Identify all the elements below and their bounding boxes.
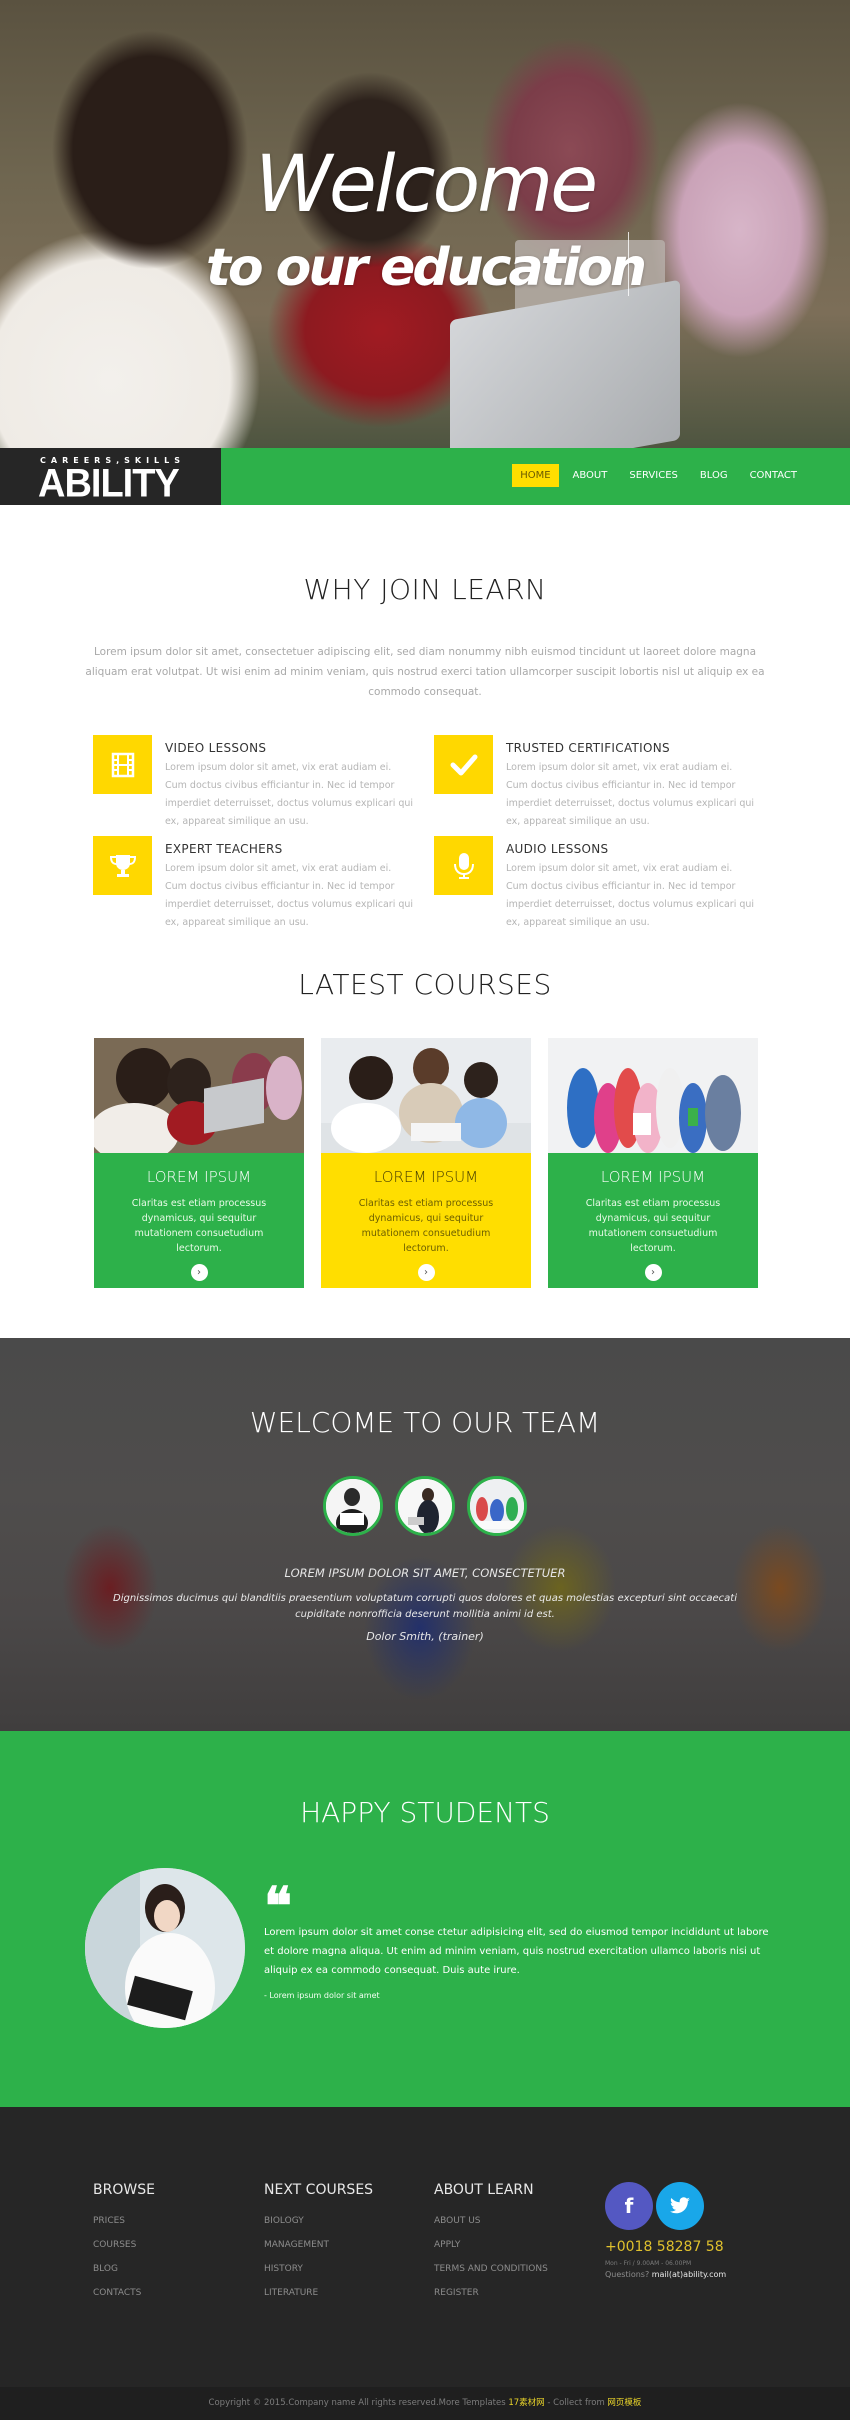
course-body: LOREM IPSUM Claritas est etiam processus… [94,1153,304,1288]
footer: BROWSE PRICES COURSES BLOG CONTACTS NEXT… [0,2107,850,2387]
social-links: f [605,2182,704,2230]
footer-link-prices[interactable]: PRICES [93,2216,155,2226]
nav-links: HOME ABOUT SERVICES BLOG CONTACT [512,464,805,487]
footer-link-management[interactable]: MANAGEMENT [264,2240,373,2250]
film-icon [93,735,152,794]
feature-text: Lorem ipsum dolor sit amet, vix erat aud… [165,762,414,827]
footer-column-browse: BROWSE PRICES COURSES BLOG CONTACTS [93,2182,155,2312]
feature-title: EXPERT TEACHERS [165,842,283,856]
footer-column-title: BROWSE [93,2182,155,2198]
nav-blog[interactable]: BLOG [692,464,736,487]
microphone-icon [434,836,493,895]
chevron-right-icon[interactable]: › [190,1264,208,1281]
copyright-middle: - Collect from [544,2398,608,2408]
check-icon [434,735,493,794]
nav-about[interactable]: ABOUT [565,464,616,487]
footer-link-terms[interactable]: TERMS AND CONDITIONS [434,2264,548,2274]
contact-email[interactable]: mail(at)ability.com [652,2270,726,2279]
chevron-right-icon[interactable]: › [644,1264,662,1281]
footer-link-history[interactable]: HISTORY [264,2264,373,2274]
team-avatars [0,1476,850,1536]
feature-text: Lorem ipsum dolor sit amet, vix erat aud… [165,863,414,928]
why-join-intro: Lorem ipsum dolor sit amet, consectetuer… [85,646,765,698]
footer-link-contacts[interactable]: CONTACTS [93,2288,155,2298]
logo-name: ABILITY [38,461,180,507]
footer-link-blog[interactable]: BLOG [93,2264,155,2274]
testimonial-author: - Lorem ipsum dolor sit amet [264,1991,380,2000]
happy-students-title: HAPPY STUDENTS [300,1796,550,1829]
feature-text: Lorem ipsum dolor sit amet, vix erat aud… [506,863,755,928]
facebook-icon[interactable]: f [605,2182,653,2230]
feature-trusted-certifications: TRUSTED CERTIFICATIONS Lorem ipsum dolor… [434,735,754,827]
copyright-text: Copyright © 2015.Company name All rights… [208,2398,509,2408]
footer-column-next-courses: NEXT COURSES BIOLOGY MANAGEMENT HISTORY … [264,2182,373,2312]
contact-questions: Questions? mail(at)ability.com [605,2270,726,2279]
footer-column-title: NEXT COURSES [264,2182,374,2198]
footer-link-literature[interactable]: LITERATURE [264,2288,373,2298]
course-text: Claritas est etiam processus dynamicus, … [585,1198,721,1254]
course-body: LOREM IPSUM Claritas est etiam processus… [321,1153,531,1288]
feature-expert-teachers: EXPERT TEACHERS Lorem ipsum dolor sit am… [93,836,413,928]
hero-title: Welcome [254,140,598,230]
feature-video-lessons: VIDEO LESSONS Lorem ipsum dolor sit amet… [93,735,413,827]
questions-label: Questions? [605,2270,650,2279]
footer-column-about-learn: ABOUT LEARN ABOUT US APPLY TERMS AND CON… [434,2182,548,2312]
twitter-icon[interactable] [656,2182,704,2230]
team-section: WELCOME TO OUR TEAM LOREM IPSUM DOLOR SI… [0,1338,850,1731]
team-quote-title: LOREM IPSUM DOLOR SIT AMET, CONSECTETUER [284,1566,566,1580]
hero-subtitle: to our education [205,238,647,298]
course-body: LOREM IPSUM Claritas est etiam processus… [548,1153,758,1288]
feature-audio-lessons: AUDIO LESSONS Lorem ipsum dolor sit amet… [434,836,754,928]
course-text: Claritas est etiam processus dynamicus, … [131,1198,267,1254]
course-card[interactable]: LOREM IPSUM Claritas est etiam processus… [321,1038,531,1288]
text-caret [628,232,629,296]
team-avatar[interactable] [323,1476,383,1536]
feature-text: Lorem ipsum dolor sit amet, vix erat aud… [506,762,755,827]
contact-phone: +0018 58287 58 [605,2239,724,2255]
course-title: LOREM IPSUM [146,1168,252,1186]
course-image [94,1038,304,1153]
contact-hours: Mon - Fri / 9.00AM - 06.00PM [605,2260,692,2267]
course-text: Claritas est etiam processus dynamicus, … [358,1198,494,1254]
course-image [548,1038,758,1153]
footer-link-biology[interactable]: BIOLOGY [264,2216,373,2226]
copyright-bar: Copyright © 2015.Company name All rights… [0,2387,850,2420]
copyright-link-collect[interactable]: 网页模板 [607,2398,641,2408]
feature-title: AUDIO LESSONS [506,842,609,856]
footer-column-title: ABOUT LEARN [434,2182,534,2198]
why-join-title: WHY JOIN LEARN [303,573,547,606]
nav-services[interactable]: SERVICES [621,464,686,487]
hero-banner: Welcome to our education [0,0,850,448]
student-photo [85,1868,245,2028]
happy-students-section: HAPPY STUDENTS ❝ Lorem ipsum dolor sit a… [0,1731,850,2107]
latest-courses-title: LATEST COURSES [298,968,552,1001]
trophy-icon [93,836,152,895]
feature-title: VIDEO LESSONS [165,741,267,755]
course-card[interactable]: LOREM IPSUM Claritas est etiam processus… [548,1038,758,1288]
chevron-right-icon[interactable]: › [417,1264,435,1281]
course-title: LOREM IPSUM [373,1168,479,1186]
footer-link-about-us[interactable]: ABOUT US [434,2216,548,2226]
hero-laptop-image [450,279,680,448]
team-quote: Dignissimos ducimus qui blanditiis praes… [113,1593,737,1620]
footer-link-apply[interactable]: APPLY [434,2240,548,2250]
course-title: LOREM IPSUM [600,1168,706,1186]
footer-link-register[interactable]: REGISTER [434,2288,548,2298]
nav-home[interactable]: HOME [512,464,559,487]
nav-contact[interactable]: CONTACT [742,464,805,487]
copyright-link-templates[interactable]: 17素材网 [508,2398,544,2408]
course-image [321,1038,531,1153]
course-card[interactable]: LOREM IPSUM Claritas est etiam processus… [94,1038,304,1288]
testimonial-text: Lorem ipsum dolor sit amet conse ctetur … [264,1927,769,1976]
main-navbar: CAREERS,SKILLS ABILITY HOME ABOUT SERVIC… [0,448,850,507]
team-title: WELCOME TO OUR TEAM [249,1406,601,1439]
team-avatar[interactable] [467,1476,527,1536]
logo[interactable]: CAREERS,SKILLS ABILITY [0,448,221,507]
feature-title: TRUSTED CERTIFICATIONS [506,741,670,755]
team-avatar[interactable] [395,1476,455,1536]
team-quote-author: Dolor Smith, (trainer) [366,1630,484,1643]
footer-link-courses[interactable]: COURSES [93,2240,155,2250]
